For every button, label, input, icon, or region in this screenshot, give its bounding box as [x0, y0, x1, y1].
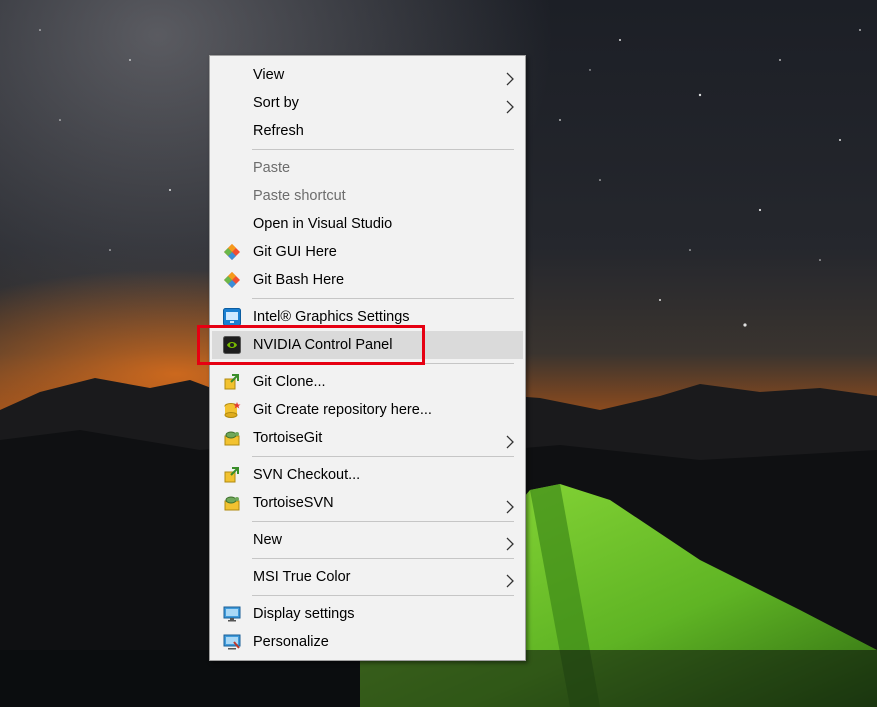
- menu-item-label: Refresh: [253, 123, 304, 139]
- menu-item-new[interactable]: New: [212, 526, 523, 554]
- menu-separator: [252, 363, 514, 364]
- submenu-arrow-icon: [505, 533, 515, 551]
- menu-item-label: Paste shortcut: [253, 188, 346, 204]
- svn-checkout-icon: [223, 466, 241, 484]
- menu-item-intel-graphics-settings[interactable]: Intel® Graphics Settings: [212, 303, 523, 331]
- intel-graphics-icon: [223, 308, 241, 326]
- git-diamond-icon: [223, 243, 241, 261]
- tortoisegit-icon: [223, 429, 241, 447]
- submenu-arrow-icon: [505, 496, 515, 514]
- menu-item-label: Git GUI Here: [253, 244, 337, 260]
- menu-item-git-bash-here[interactable]: Git Bash Here: [212, 266, 523, 294]
- menu-item-msi-true-color[interactable]: MSI True Color: [212, 563, 523, 591]
- submenu-arrow-icon: [505, 570, 515, 588]
- menu-item-label: Sort by: [253, 95, 299, 111]
- menu-item-label: Paste: [253, 160, 291, 176]
- menu-item-label: New: [253, 532, 283, 548]
- menu-item-label: Display settings: [253, 606, 355, 622]
- menu-item-label: Git Create repository here...: [253, 402, 432, 418]
- menu-item-label: SVN Checkout...: [253, 467, 361, 483]
- menu-item-svn-checkout[interactable]: SVN Checkout...: [212, 461, 523, 489]
- menu-item-git-create-repository[interactable]: Git Create repository here...: [212, 396, 523, 424]
- display-settings-icon: [223, 605, 241, 623]
- menu-item-label: Open in Visual Studio: [253, 216, 393, 232]
- menu-item-label: Personalize: [253, 634, 329, 650]
- menu-item-tortoisegit[interactable]: TortoiseGit: [212, 424, 523, 452]
- menu-item-git-gui-here[interactable]: Git GUI Here: [212, 238, 523, 266]
- menu-item-label: NVIDIA Control Panel: [253, 337, 393, 353]
- menu-item-display-settings[interactable]: Display settings: [212, 600, 523, 628]
- tortoisesvn-icon: [223, 494, 241, 512]
- tortoisegit-clone-icon: [223, 373, 241, 391]
- submenu-arrow-icon: [505, 431, 515, 449]
- menu-item-paste: Paste: [212, 154, 523, 182]
- menu-item-open-in-visual-studio[interactable]: Open in Visual Studio: [212, 210, 523, 238]
- menu-separator: [252, 456, 514, 457]
- menu-item-label: View: [253, 67, 285, 83]
- menu-item-label: TortoiseGit: [253, 430, 323, 446]
- desktop-context-menu: View Sort by Refresh Paste Paste shortcu…: [209, 55, 526, 661]
- menu-item-tortoisesvn[interactable]: TortoiseSVN: [212, 489, 523, 517]
- submenu-arrow-icon: [505, 68, 515, 86]
- menu-item-git-clone[interactable]: Git Clone...: [212, 368, 523, 396]
- menu-item-label: TortoiseSVN: [253, 495, 334, 511]
- menu-item-label: Intel® Graphics Settings: [253, 309, 410, 325]
- tortoisegit-create-repo-icon: [223, 401, 241, 419]
- menu-item-sort-by[interactable]: Sort by: [212, 89, 523, 117]
- personalize-icon: [223, 633, 241, 651]
- menu-separator: [252, 521, 514, 522]
- git-diamond-icon: [223, 271, 241, 289]
- menu-separator: [252, 558, 514, 559]
- menu-separator: [252, 149, 514, 150]
- menu-item-label: MSI True Color: [253, 569, 351, 585]
- submenu-arrow-icon: [505, 96, 515, 114]
- menu-item-paste-shortcut: Paste shortcut: [212, 182, 523, 210]
- menu-separator: [252, 595, 514, 596]
- menu-item-refresh[interactable]: Refresh: [212, 117, 523, 145]
- menu-separator: [252, 298, 514, 299]
- menu-item-label: Git Bash Here: [253, 272, 345, 288]
- menu-item-nvidia-control-panel[interactable]: NVIDIA Control Panel: [212, 331, 523, 359]
- menu-item-label: Git Clone...: [253, 374, 326, 390]
- menu-item-personalize[interactable]: Personalize: [212, 628, 523, 656]
- menu-item-view[interactable]: View: [212, 61, 523, 89]
- nvidia-icon: [223, 336, 241, 354]
